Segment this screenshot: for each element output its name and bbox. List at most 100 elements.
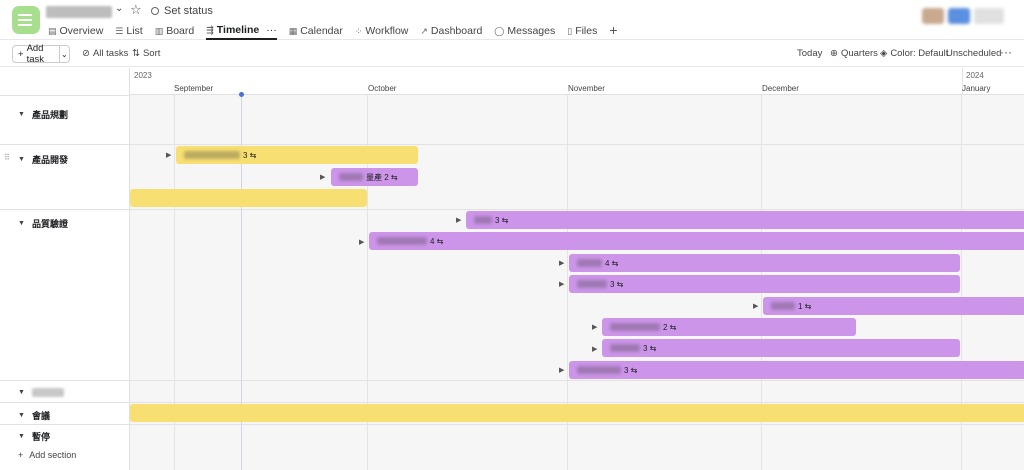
expand-subtasks-icon[interactable]: ▶ [359, 238, 364, 246]
tab-timeline[interactable]: ⇶ Timeline ··· [206, 22, 277, 40]
section-label: 會議 [31, 411, 50, 421]
tab-label: Files [575, 25, 598, 37]
chevron-down-icon[interactable]: ⌄ [58, 46, 69, 62]
project-title-redacted[interactable] [46, 6, 112, 18]
expand-subtasks-icon[interactable]: ▶ [559, 366, 564, 374]
task-name-redacted [474, 216, 492, 224]
expand-subtasks-icon[interactable]: ▶ [559, 280, 564, 288]
today-button[interactable]: Today [797, 48, 822, 59]
calendar-icon: ▦ [288, 25, 298, 36]
task-bar[interactable]: 3 ⇆ [466, 211, 1024, 229]
tab-label: Overview [59, 25, 104, 37]
add-section-label: Add section [29, 450, 77, 460]
color-button[interactable]: ◈ Color: Default [880, 48, 948, 59]
expand-subtasks-icon[interactable]: ▶ [456, 216, 461, 224]
task-bar[interactable]: 2 ⇆ [602, 318, 856, 336]
task-bar[interactable]: 4 ⇆ [569, 254, 960, 272]
section-header[interactable]: ▼ [18, 388, 64, 397]
tab-overview[interactable]: ▤ Overview [48, 22, 103, 40]
all-tasks-filter[interactable]: ⊘ All tasks [82, 48, 128, 59]
expand-subtasks-icon[interactable]: ▶ [166, 151, 171, 159]
timeline-header: 2023 2024 September October November Dec… [130, 68, 1024, 95]
list-icon: ☰ [115, 25, 124, 36]
quarters-button[interactable]: ⊕ Quarters [830, 48, 878, 59]
task-bar[interactable]: 3 ⇆ [176, 146, 418, 164]
tab-board[interactable]: ▥ Board [155, 22, 195, 40]
drag-handle-icon[interactable]: ⠿ [4, 153, 10, 162]
task-name-redacted [577, 280, 607, 288]
task-name-redacted [771, 302, 795, 310]
sort-icon: ⇅ [132, 48, 140, 59]
sort-button[interactable]: ⇅ Sort [132, 48, 160, 59]
add-section-button[interactable]: + Add section [18, 450, 76, 460]
month-label: December [762, 84, 799, 93]
divider [0, 424, 130, 425]
subtask-count: 3 ⇆ [624, 365, 638, 375]
tab-dashboard[interactable]: ↗ Dashboard [420, 22, 482, 40]
tab-options-icon[interactable]: ··· [266, 24, 277, 36]
tab-calendar[interactable]: ▦ Calendar [289, 22, 343, 40]
section-label: 暫停 [31, 432, 50, 442]
avatar[interactable] [974, 8, 1004, 24]
star-icon[interactable]: ☆ [130, 2, 142, 18]
set-status-label: Set status [164, 5, 213, 17]
expand-subtasks-icon[interactable]: ▶ [559, 259, 564, 267]
expand-subtasks-icon[interactable]: ▶ [592, 323, 597, 331]
member-avatars[interactable] [922, 8, 1004, 24]
section-header[interactable]: ▼ 產品開發 [18, 153, 68, 166]
add-tab-icon[interactable]: + [609, 22, 617, 40]
section-header[interactable]: ▼ 暫停 [18, 430, 50, 443]
triangle-down-icon[interactable]: ▼ [18, 156, 25, 163]
timeline-toolbar: + Add task ⌄ ⊘ All tasks ⇅ Sort Today ⊕ Quar… [0, 41, 1024, 67]
section-label: 品質驗證 [31, 219, 68, 229]
task-bar[interactable]: 3 ⇆ [569, 275, 960, 293]
section-header[interactable]: ▼ 產品規劃 [18, 108, 68, 121]
chevron-down-icon[interactable]: ⌄ [115, 3, 123, 14]
triangle-down-icon[interactable]: ▼ [18, 389, 25, 396]
unscheduled-button[interactable]: Unscheduled [946, 48, 1001, 59]
year-label: 2023 [134, 71, 152, 80]
set-status-button[interactable]: Set status [151, 5, 213, 17]
section-label: 產品開發 [31, 155, 68, 165]
timeline-chart: 2023 2024 September October November Dec… [130, 68, 1024, 470]
tab-label: List [126, 25, 143, 37]
task-bar[interactable]: 3 ⇆ [602, 339, 960, 357]
tab-label: Board [166, 25, 195, 37]
more-options-icon[interactable]: ··· [1000, 45, 1012, 59]
task-bar[interactable]: 3 ⇆ [569, 361, 1024, 379]
check-circle-icon: ⊘ [82, 48, 90, 59]
triangle-down-icon[interactable]: ▼ [18, 412, 25, 419]
tab-list[interactable]: ☰ List [115, 22, 142, 40]
dashboard-icon: ↗ [420, 25, 428, 36]
plus-icon: + [18, 48, 24, 60]
unscheduled-label: Unscheduled [946, 48, 1002, 59]
project-list-icon[interactable] [12, 6, 40, 34]
all-tasks-label: All tasks [92, 48, 129, 59]
tab-messages[interactable]: ◯ Messages [494, 22, 555, 40]
triangle-down-icon[interactable]: ▼ [18, 111, 25, 118]
task-bar[interactable]: 4 ⇆ [369, 232, 1024, 250]
section-header[interactable]: ▼ 品質驗證 [18, 217, 68, 230]
triangle-down-icon[interactable]: ▼ [18, 433, 25, 440]
avatar[interactable] [948, 8, 970, 24]
board-icon: ▥ [154, 25, 164, 36]
expand-subtasks-icon[interactable]: ▶ [320, 173, 325, 181]
tab-workflow[interactable]: ⁘ Workflow [355, 22, 409, 40]
triangle-down-icon[interactable]: ▼ [18, 220, 25, 227]
expand-subtasks-icon[interactable]: ▶ [592, 345, 597, 353]
divider [0, 380, 130, 381]
section-lane [130, 95, 1024, 145]
task-bar[interactable]: 量產 2 ⇆ [331, 168, 418, 186]
tab-files[interactable]: ▯ Files [567, 22, 597, 40]
task-bar[interactable] [130, 189, 367, 207]
expand-subtasks-icon[interactable]: ▶ [753, 302, 758, 310]
task-name-redacted [377, 237, 427, 245]
section-header[interactable]: ▼ 會議 [18, 409, 50, 422]
add-task-button[interactable]: + Add task ⌄ [12, 43, 70, 65]
messages-icon: ◯ [494, 25, 505, 36]
avatar[interactable] [922, 8, 944, 24]
subtask-count: 2 ⇆ [663, 322, 677, 332]
divider [0, 402, 130, 403]
task-bar[interactable]: 1 ⇆ [763, 297, 1024, 315]
task-bar[interactable] [130, 404, 1024, 422]
